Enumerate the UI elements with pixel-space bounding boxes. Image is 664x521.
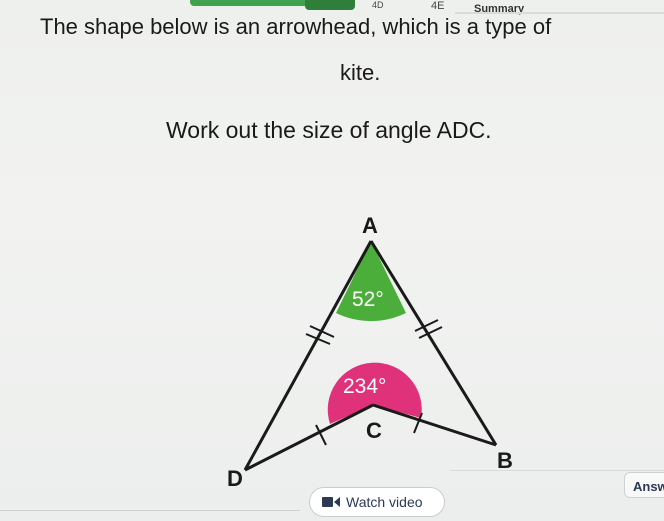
label-vertex-d: D xyxy=(227,466,243,491)
watch-video-button[interactable]: Watch video xyxy=(309,487,445,517)
arrowhead-diagram: A 52° 234° C B D xyxy=(227,213,513,491)
answer-button[interactable]: Answ xyxy=(624,472,664,498)
footer-divider xyxy=(0,510,300,511)
label-angle-c: 234° xyxy=(343,375,386,398)
label-vertex-a: A xyxy=(362,213,378,238)
label-angle-a: 52° xyxy=(352,288,384,311)
edge-cb xyxy=(372,403,497,447)
label-vertex-c: C xyxy=(366,418,382,443)
edge-ad xyxy=(243,240,373,471)
answer-label: Answ xyxy=(633,479,664,494)
video-camera-icon xyxy=(322,497,340,507)
edge-ab xyxy=(369,240,498,446)
answer-divider xyxy=(450,470,664,471)
watch-video-label: Watch video xyxy=(346,494,423,510)
